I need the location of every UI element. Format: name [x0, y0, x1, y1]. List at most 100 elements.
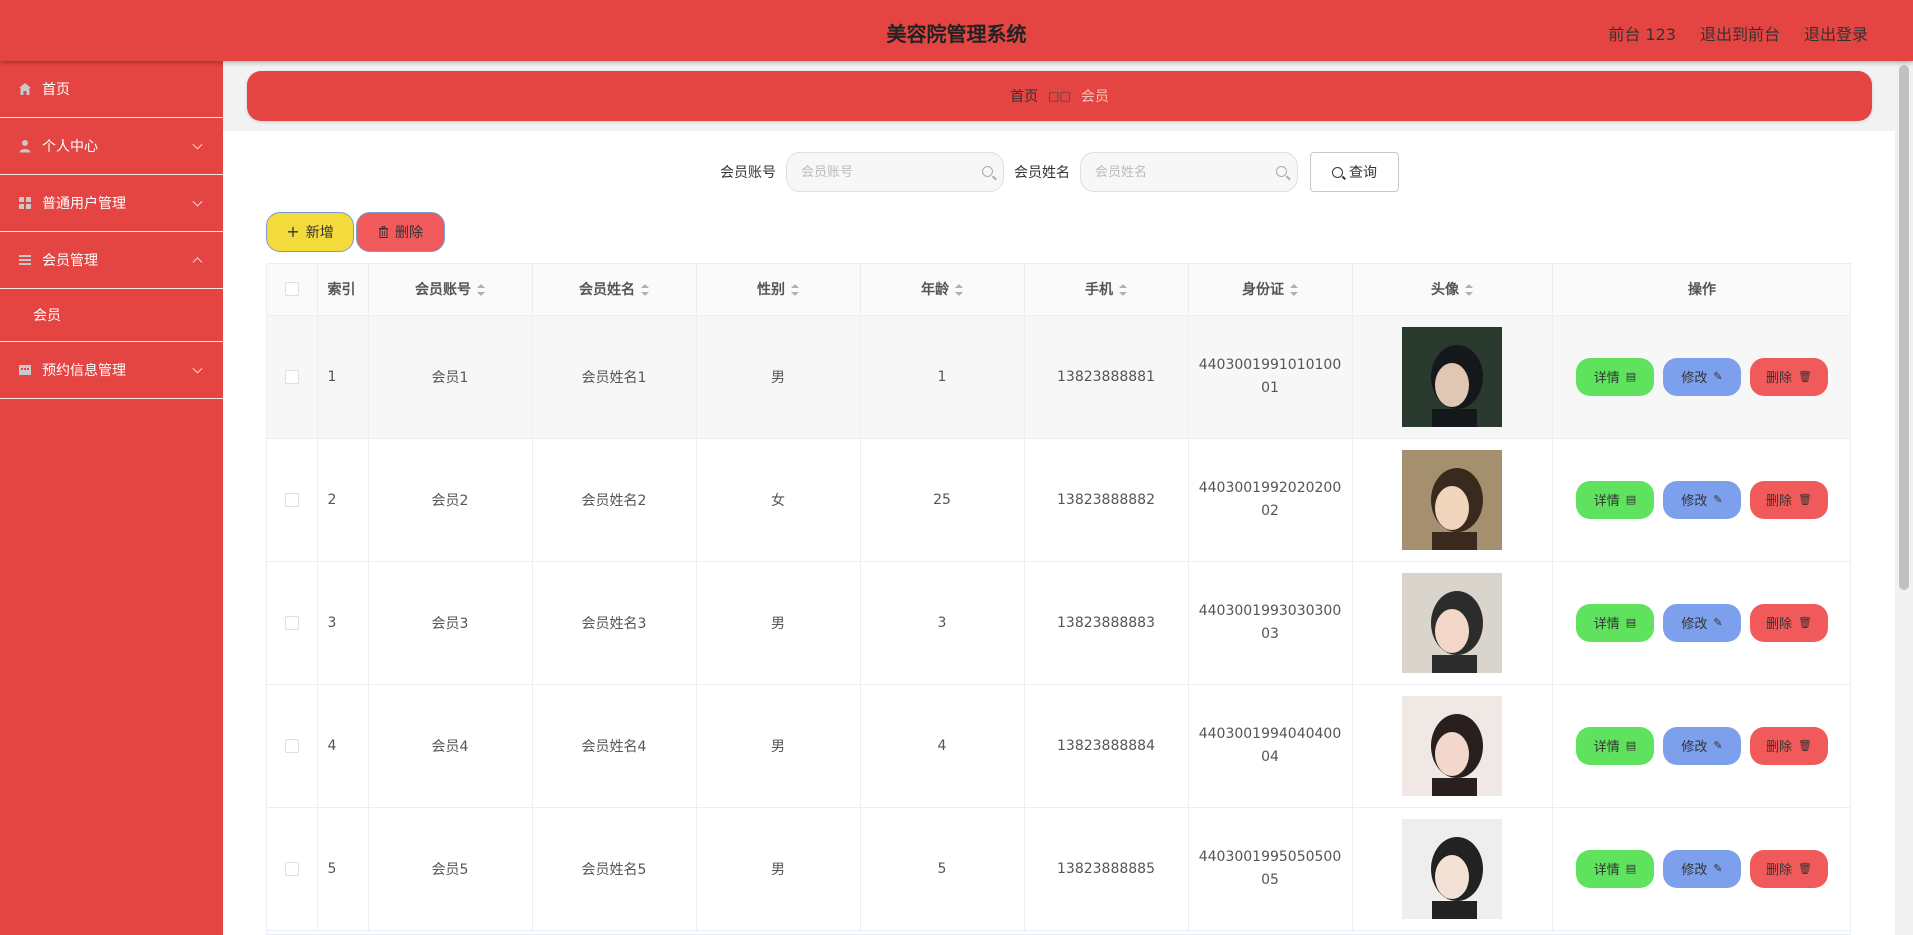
- sort-icon[interactable]: [1465, 284, 1473, 297]
- detail-button-label: 详情: [1593, 494, 1620, 509]
- detail-button[interactable]: 详情 ▤: [1576, 726, 1654, 765]
- sidebar-subitem-member[interactable]: 会员: [0, 289, 223, 342]
- sort-icon[interactable]: [641, 284, 649, 297]
- row-checkbox[interactable]: [284, 369, 299, 384]
- cell-avatar: [1352, 807, 1553, 931]
- sidebar-item-home[interactable]: 首页: [0, 61, 223, 118]
- detail-button[interactable]: 详情 ▤: [1576, 849, 1654, 888]
- breadcrumb-separator: □□: [1048, 89, 1071, 103]
- edit-button[interactable]: 修改 ✎: [1663, 603, 1741, 642]
- edit-button[interactable]: 修改 ✎: [1663, 357, 1741, 396]
- table-row[interactable]: 4 会员4 会员姓名4 男 4 13823888884 440300199404…: [267, 684, 1850, 808]
- pencil-icon: ✎: [1713, 739, 1723, 752]
- trash-icon: 🗑: [1798, 862, 1812, 875]
- sidebar-item-profile[interactable]: 个人中心: [0, 118, 223, 175]
- avatar-image[interactable]: [1402, 449, 1502, 550]
- row-checkbox[interactable]: [284, 738, 299, 753]
- add-button[interactable]: + 新增: [266, 212, 354, 252]
- select-all-cell: [267, 264, 318, 316]
- table-row[interactable]: 1 会员1 会员姓名1 男 1 13823888881 440300199101…: [267, 315, 1850, 439]
- scrollbar-thumb[interactable]: [1899, 65, 1909, 590]
- sort-icon[interactable]: [955, 284, 963, 297]
- document-icon: ▤: [1625, 739, 1637, 752]
- back-to-frontend-link[interactable]: 退出到前台: [1700, 21, 1780, 45]
- sidebar-item-label: 个人中心: [42, 139, 98, 155]
- edit-button[interactable]: 修改 ✎: [1663, 480, 1741, 519]
- trash-icon: 🗑: [1798, 493, 1812, 506]
- delete-button-label: 删除: [1766, 740, 1793, 755]
- edit-button-label: 修改: [1681, 863, 1708, 878]
- delete-button[interactable]: 删除 🗑: [1750, 603, 1828, 642]
- column-header-avatar[interactable]: 头像: [1352, 264, 1553, 316]
- cell-idcard: 440300199505050005: [1188, 807, 1353, 931]
- row-select-cell: [267, 561, 318, 685]
- row-checkbox[interactable]: [284, 861, 299, 876]
- sort-icon[interactable]: [1119, 284, 1127, 297]
- detail-button[interactable]: 详情 ▤: [1576, 480, 1654, 519]
- sidebar-item-members[interactable]: 会员管理: [0, 232, 223, 289]
- plus-icon: +: [286, 222, 300, 241]
- avatar-image[interactable]: [1402, 818, 1502, 919]
- edit-button-label: 修改: [1681, 740, 1708, 755]
- table-row[interactable]: 2 会员2 会员姓名2 女 25 13823888882 44030019920…: [267, 438, 1850, 562]
- bulk-delete-button[interactable]: 删除: [356, 212, 445, 252]
- sort-icon[interactable]: [477, 284, 485, 297]
- column-header-name[interactable]: 会员姓名: [532, 264, 697, 316]
- cell-age: 1: [860, 315, 1025, 439]
- column-header-phone[interactable]: 手机: [1024, 264, 1189, 316]
- user-icon: [19, 140, 31, 153]
- query-button[interactable]: 查询: [1310, 152, 1399, 192]
- account-search-input[interactable]: [801, 164, 971, 180]
- logout-link[interactable]: 退出登录: [1804, 21, 1868, 45]
- avatar-image[interactable]: [1402, 326, 1502, 427]
- avatar-image[interactable]: [1402, 695, 1502, 796]
- row-checkbox[interactable]: [284, 615, 299, 630]
- edit-button[interactable]: 修改 ✎: [1663, 726, 1741, 765]
- account-search-label: 会员账号: [720, 165, 776, 181]
- delete-button[interactable]: 删除 🗑: [1750, 480, 1828, 519]
- detail-button-label: 详情: [1593, 740, 1620, 755]
- column-header-idcard[interactable]: 身份证: [1188, 264, 1353, 316]
- delete-button[interactable]: 删除 🗑: [1750, 357, 1828, 396]
- cell-actions: 详情 ▤ 修改 ✎ 删除 🗑: [1552, 315, 1850, 439]
- sidebar-item-users[interactable]: 普通用户管理: [0, 175, 223, 232]
- cell-idcard: 440300199202020002: [1188, 438, 1353, 562]
- breadcrumb-home[interactable]: 首页: [1010, 86, 1038, 106]
- column-header-gender[interactable]: 性别: [696, 264, 861, 316]
- name-search-field: [1080, 152, 1298, 192]
- avatar-image[interactable]: [1402, 572, 1502, 673]
- select-all-checkbox[interactable]: [284, 282, 299, 297]
- document-icon: ▤: [1625, 493, 1637, 506]
- page-scrollbar[interactable]: [1895, 61, 1913, 935]
- column-header-account[interactable]: 会员账号: [368, 264, 533, 316]
- column-header-actions: 操作: [1552, 264, 1850, 316]
- idcard-text: 440300199101010001: [1198, 356, 1342, 396]
- trash-icon: 🗑: [1798, 616, 1812, 629]
- sort-icon[interactable]: [791, 284, 799, 297]
- cell-phone: 13823888884: [1024, 684, 1189, 808]
- detail-button[interactable]: 详情 ▤: [1576, 603, 1654, 642]
- document-icon: ▤: [1625, 370, 1637, 383]
- sidebar-item-appointments[interactable]: 预约信息管理: [0, 342, 223, 399]
- edit-button-label: 修改: [1681, 371, 1708, 386]
- idcard-text: 440300199505050005: [1198, 848, 1342, 888]
- name-search-input[interactable]: [1095, 164, 1265, 180]
- table-row[interactable]: 3 会员3 会员姓名3 男 3 13823888883 440300199303…: [267, 561, 1850, 685]
- edit-button[interactable]: 修改 ✎: [1663, 849, 1741, 888]
- action-bar: + 新增 删除: [266, 212, 445, 252]
- list-icon: [19, 255, 31, 265]
- cell-index: 4: [317, 684, 369, 808]
- cell-age: 4: [860, 684, 1025, 808]
- cell-index: 1: [317, 315, 369, 439]
- detail-button[interactable]: 详情 ▤: [1576, 357, 1654, 396]
- current-user-link[interactable]: 前台 123: [1608, 21, 1676, 45]
- row-checkbox[interactable]: [284, 492, 299, 507]
- column-header-age[interactable]: 年龄: [860, 264, 1025, 316]
- sort-icon[interactable]: [1290, 284, 1298, 297]
- chevron-down-icon: [192, 139, 203, 150]
- delete-button[interactable]: 删除 🗑: [1750, 726, 1828, 765]
- pencil-icon: ✎: [1713, 493, 1723, 506]
- delete-button[interactable]: 删除 🗑: [1750, 849, 1828, 888]
- document-icon: ▤: [1625, 616, 1637, 629]
- table-row[interactable]: 5 会员5 会员姓名5 男 5 13823888885 440300199505…: [267, 807, 1850, 931]
